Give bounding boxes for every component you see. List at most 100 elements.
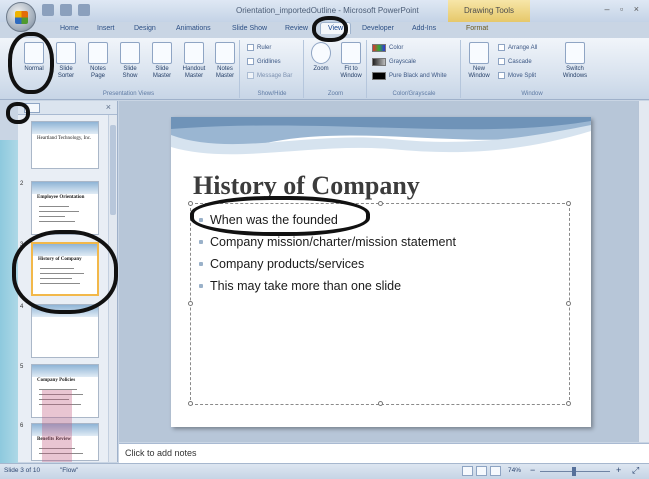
resize-handle[interactable]: [378, 201, 383, 206]
zoom-out-icon[interactable]: −: [530, 465, 535, 475]
tab-developer[interactable]: Developer: [362, 25, 394, 32]
color-swatch-icon: [372, 44, 386, 52]
zoom-button[interactable]: Zoom: [307, 42, 335, 73]
message-bar-box: [247, 72, 254, 79]
resize-handle[interactable]: [188, 301, 193, 306]
pure-black-white-button[interactable]: Pure Black and White: [372, 72, 447, 80]
arrange-all-button[interactable]: Arrange All: [498, 44, 537, 51]
switch-windows-button[interactable]: Switch Windows: [558, 42, 592, 80]
color-grayscale-label: Color/Grayscale: [392, 91, 436, 97]
redo-icon[interactable]: [78, 4, 90, 16]
slide-sorter-button[interactable]: Slide Sorter: [52, 42, 80, 80]
zoom-group: Zoom Fit to Window Zoom: [305, 40, 367, 98]
close-icon[interactable]: ×: [106, 102, 111, 112]
grayscale-swatch-icon: [372, 58, 386, 66]
move-split-button[interactable]: Move Split: [498, 72, 536, 79]
grayscale-button[interactable]: Grayscale: [372, 58, 416, 66]
new-window-button[interactable]: New Window: [464, 42, 494, 80]
sorter-view-status-button[interactable]: [476, 466, 487, 476]
theme-name: "Flow": [60, 467, 79, 474]
tab-design[interactable]: Design: [134, 25, 156, 32]
slide-master-button[interactable]: Slide Master: [148, 42, 176, 80]
tab-add-ins[interactable]: Add-Ins: [412, 25, 436, 32]
notes-master-button[interactable]: Notes Master: [211, 42, 239, 80]
office-button[interactable]: [6, 2, 36, 32]
office-logo-icon: [15, 11, 28, 24]
decorative-block: [42, 390, 72, 462]
tab-review[interactable]: Review: [285, 25, 308, 32]
message-bar-checkbox[interactable]: Message Bar: [247, 72, 292, 79]
fit-slide-icon[interactable]: ⤢: [632, 465, 639, 476]
window-group: New Window Arrange All Cascade Move Spli…: [462, 40, 602, 98]
resize-handle[interactable]: [378, 401, 383, 406]
bw-swatch-icon: [372, 72, 386, 80]
panel-tabs: ×: [18, 101, 117, 115]
tab-format[interactable]: Format: [466, 25, 488, 32]
new-window-icon: [469, 42, 489, 64]
tab-home[interactable]: Home: [60, 25, 79, 32]
thumb-number: 4: [20, 304, 24, 310]
undo-icon[interactable]: [60, 4, 72, 16]
bullet-item[interactable]: Company products/services: [199, 253, 456, 275]
switch-windows-icon: [565, 42, 585, 64]
notes-pane[interactable]: Click to add notes: [119, 443, 649, 463]
thumb-title: Company Policies: [37, 378, 76, 383]
decorative-strip: [0, 140, 18, 463]
slide-wave-decoration: [171, 117, 591, 155]
slide-thumbnail-1[interactable]: Heartland Technology, Inc.: [31, 121, 99, 169]
annotation-circle: [12, 230, 118, 314]
cascade-icon: [498, 58, 505, 65]
thumb-title: Employee Orientation: [37, 195, 85, 200]
annotation-circle: [6, 102, 30, 124]
fit-window-icon: [341, 42, 361, 64]
tab-insert[interactable]: Insert: [97, 25, 115, 32]
annotation-circle: [312, 16, 348, 42]
annotation-circle: [190, 196, 370, 236]
tab-animations[interactable]: Animations: [176, 25, 211, 32]
panel-scroll-thumb[interactable]: [110, 125, 116, 215]
ribbon: Normal Slide Sorter Notes Page Slide Sho…: [0, 38, 649, 100]
handout-master-button[interactable]: Handout Master: [180, 42, 208, 80]
slideshow-view-status-button[interactable]: [490, 466, 501, 476]
thumb-line: [39, 216, 65, 217]
current-slide[interactable]: History of Company When was the founded …: [171, 117, 591, 427]
vertical-scrollbar[interactable]: [638, 101, 649, 442]
zoom-slider-knob[interactable]: [572, 467, 576, 476]
slide-show-button[interactable]: Slide Show: [116, 42, 144, 80]
slide-thumbnail-2[interactable]: Employee Orientation: [31, 181, 99, 235]
annotation-circle: [8, 32, 54, 94]
show-hide-group: Ruler Gridlines Message Bar Show/Hide: [241, 40, 304, 98]
thumb-title: Heartland Technology, Inc.: [37, 136, 92, 141]
tab-slide-show[interactable]: Slide Show: [232, 25, 267, 32]
resize-handle[interactable]: [566, 201, 571, 206]
fit-to-window-button[interactable]: Fit to Window: [337, 42, 365, 80]
gridlines-box: [247, 58, 254, 65]
thumb-line: [39, 221, 75, 222]
thumb-line: [39, 206, 69, 207]
resize-handle[interactable]: [188, 201, 193, 206]
status-bar: Slide 3 of 10 "Flow" 74% − + ⤢: [0, 463, 649, 479]
arrange-all-icon: [498, 44, 505, 51]
slide-count: Slide 3 of 10: [4, 467, 41, 474]
zoom-level[interactable]: 74%: [508, 467, 521, 474]
gridlines-checkbox[interactable]: Gridlines: [247, 58, 281, 65]
thumb-wave: [32, 122, 98, 134]
cascade-button[interactable]: Cascade: [498, 58, 532, 65]
window-controls[interactable]: – ▫ ×: [605, 4, 643, 14]
presentation-views-label: Presentation Views: [102, 91, 155, 97]
quick-access-toolbar: [42, 4, 90, 16]
resize-handle[interactable]: [188, 401, 193, 406]
zoom-label: Zoom: [327, 91, 344, 97]
notes-page-button[interactable]: Notes Page: [84, 42, 112, 80]
ruler-checkbox[interactable]: Ruler: [247, 44, 271, 51]
zoom-in-icon[interactable]: +: [616, 465, 621, 475]
normal-view-status-button[interactable]: [462, 466, 473, 476]
window-label: Window: [521, 91, 543, 97]
window-title: Orientation_importedOutline - Microsoft …: [236, 6, 419, 15]
color-button[interactable]: Color: [372, 44, 403, 52]
notes-placeholder[interactable]: Click to add notes: [125, 448, 197, 458]
save-icon[interactable]: [42, 4, 54, 16]
resize-handle[interactable]: [566, 401, 571, 406]
resize-handle[interactable]: [566, 301, 571, 306]
bullet-item[interactable]: This may take more than one slide: [199, 275, 456, 297]
